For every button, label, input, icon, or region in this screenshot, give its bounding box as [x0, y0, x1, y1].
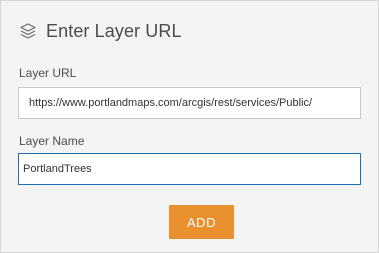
- add-button[interactable]: ADD: [169, 205, 234, 239]
- layer-name-label: Layer Name: [19, 134, 85, 148]
- panel-title: Enter Layer URL: [46, 20, 182, 41]
- panel-header: Enter Layer URL: [19, 19, 182, 43]
- layer-url-input[interactable]: [18, 87, 361, 119]
- layer-name-input[interactable]: [18, 153, 361, 185]
- add-layer-panel: Enter Layer URL Layer URL Layer Name ADD: [0, 0, 379, 253]
- layers-icon: [19, 22, 37, 40]
- layer-url-label: Layer URL: [19, 66, 77, 80]
